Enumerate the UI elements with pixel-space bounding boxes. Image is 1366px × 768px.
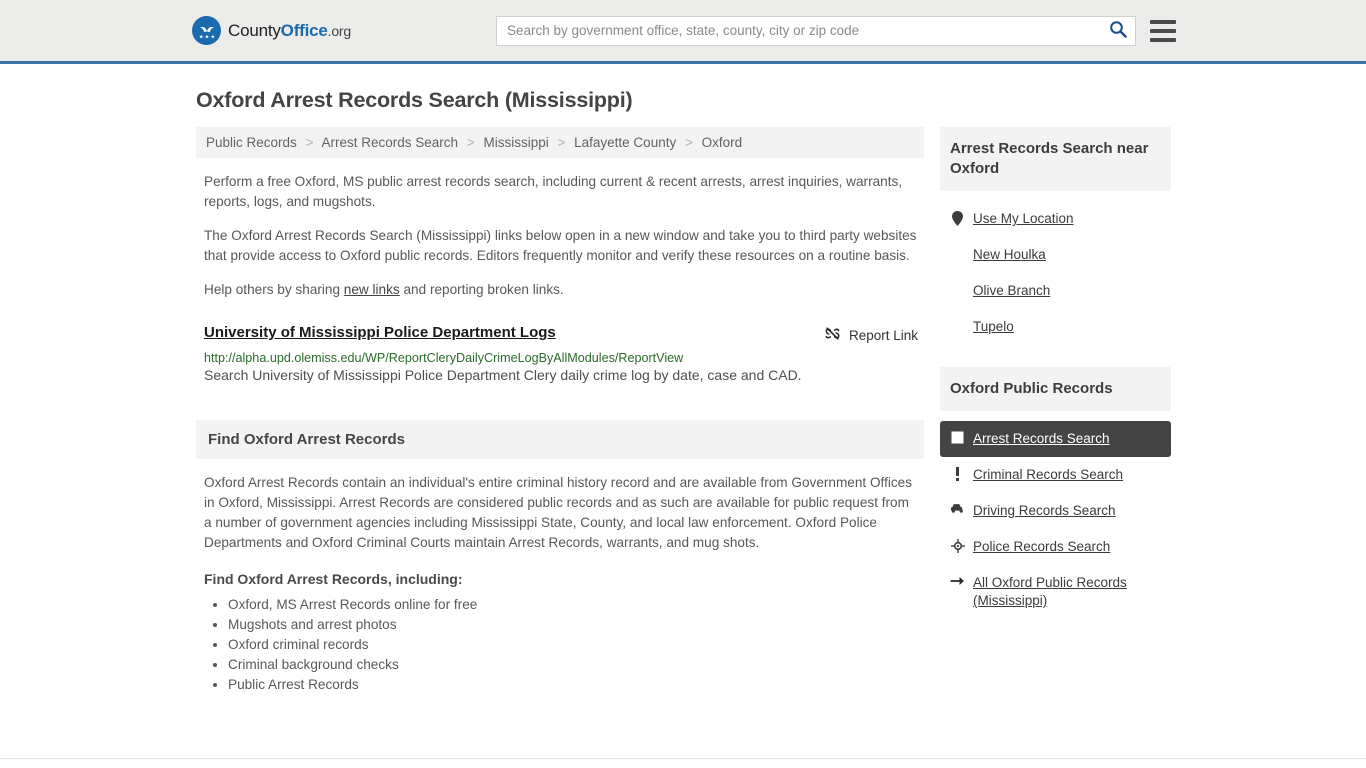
brand-part-county: County xyxy=(228,20,281,40)
intro-paragraph-3: Help others by sharing new links and rep… xyxy=(196,280,924,300)
sidebar: Arrest Records Search near Oxford Use My… xyxy=(940,127,1171,619)
share-prefix-text: Help others by sharing xyxy=(204,282,344,297)
breadcrumb-item-public-records[interactable]: Public Records xyxy=(206,135,297,150)
result-url: http://alpha.upd.olemiss.edu/WP/ReportCl… xyxy=(204,351,684,365)
sidebar-near-heading: Arrest Records Search near Oxford xyxy=(940,127,1171,191)
sidebar-link-label[interactable]: Use My Location xyxy=(973,210,1074,228)
brand-wordmark: CountyOffice.org xyxy=(228,21,351,41)
blank-icon xyxy=(950,318,965,319)
share-suffix-text: and reporting broken links. xyxy=(399,282,564,297)
page-container: Oxford Arrest Records Search (Mississipp… xyxy=(0,88,1366,695)
list-item: Public Arrest Records xyxy=(228,675,924,695)
result-header-row: University of Mississippi Police Departm… xyxy=(204,324,918,345)
search-bar[interactable] xyxy=(496,15,1136,46)
sidebar-item-criminal-records-search[interactable]: Criminal Records Search xyxy=(940,457,1171,493)
blank-icon xyxy=(950,282,965,283)
arrow-right-icon xyxy=(950,574,965,587)
breadcrumb-separator: > xyxy=(305,135,314,150)
sidebar-item-driving-records-search[interactable]: Driving Records Search xyxy=(940,493,1171,529)
breadcrumb-separator: > xyxy=(557,135,566,150)
eagle-seal-icon xyxy=(192,16,221,45)
intro-paragraph-2: The Oxford Arrest Records Search (Missis… xyxy=(204,228,917,263)
police-badge-icon xyxy=(950,538,965,553)
breadcrumb-separator: > xyxy=(466,135,475,150)
spacer xyxy=(940,191,1171,201)
spacer xyxy=(940,411,1171,421)
content-columns: Public Records > Arrest Records Search >… xyxy=(196,127,1171,695)
sidebar-link-label[interactable]: Criminal Records Search xyxy=(973,466,1123,484)
breadcrumb-item-arrest-records-search[interactable]: Arrest Records Search xyxy=(321,135,458,150)
sidebar-link-label[interactable]: Olive Branch xyxy=(973,282,1050,300)
sidebar-item-use-my-location[interactable]: Use My Location xyxy=(940,201,1171,237)
sidebar-item-tupelo[interactable]: Tupelo xyxy=(940,309,1171,345)
sidebar-link-label[interactable]: Arrest Records Search xyxy=(973,430,1110,448)
sidebar-link-label[interactable]: New Houlka xyxy=(973,246,1046,264)
main-content: Public Records > Arrest Records Search >… xyxy=(196,127,924,695)
report-link-button[interactable]: Report Link xyxy=(824,324,918,345)
list-item: Oxford, MS Arrest Records online for fre… xyxy=(228,595,924,615)
search-button[interactable] xyxy=(1101,17,1135,45)
map-pin-icon xyxy=(950,210,965,226)
car-icon xyxy=(950,502,965,514)
breadcrumb-item-mississippi[interactable]: Mississippi xyxy=(483,135,548,150)
broken-link-icon xyxy=(824,325,841,345)
handcuffs-icon xyxy=(950,430,965,444)
search-input[interactable] xyxy=(497,16,1101,45)
list-item: Criminal background checks xyxy=(228,655,924,675)
search-icon xyxy=(1109,20,1127,41)
footer-divider xyxy=(0,758,1366,759)
breadcrumb-item-lafayette-county[interactable]: Lafayette County xyxy=(574,135,676,150)
sidebar-item-new-houlka[interactable]: New Houlka xyxy=(940,237,1171,273)
hamburger-menu-icon[interactable] xyxy=(1150,19,1176,42)
site-header: CountyOffice.org xyxy=(0,0,1366,64)
site-logo[interactable]: CountyOffice.org xyxy=(192,16,351,45)
find-records-body-wrap: Oxford Arrest Records contain an individ… xyxy=(196,473,924,553)
sidebar-near-list: Use My Location New Houlka Olive Branch … xyxy=(940,191,1171,345)
sidebar-item-arrest-records-search[interactable]: Arrest Records Search xyxy=(940,421,1171,457)
list-item: Oxford criminal records xyxy=(228,635,924,655)
sidebar-link-label[interactable]: Police Records Search xyxy=(973,538,1110,556)
sidebar-item-olive-branch[interactable]: Olive Branch xyxy=(940,273,1171,309)
breadcrumb-separator: > xyxy=(684,135,693,150)
brand-part-tld: .org xyxy=(327,22,352,39)
find-records-subheading: Find Oxford Arrest Records, including: xyxy=(204,571,463,587)
hamburger-bar xyxy=(1150,19,1176,24)
hamburger-bar xyxy=(1150,37,1176,42)
find-records-body: Oxford Arrest Records contain an individ… xyxy=(204,475,913,550)
result-item: University of Mississippi Police Departm… xyxy=(196,324,924,383)
intro-paragraph-1: Perform a free Oxford, MS public arrest … xyxy=(204,174,903,209)
sidebar-item-all-oxford-public-records[interactable]: All Oxford Public Records (Mississippi) xyxy=(940,565,1171,619)
sidebar-records-list: Arrest Records Search Criminal Records S… xyxy=(940,411,1171,619)
hamburger-bar xyxy=(1150,28,1176,33)
exclamation-icon xyxy=(950,466,965,481)
sidebar-records-heading: Oxford Public Records xyxy=(940,367,1171,411)
sidebar-link-label[interactable]: Driving Records Search xyxy=(973,502,1116,520)
new-links-link[interactable]: new links xyxy=(344,282,400,297)
result-description: Search University of Mississippi Police … xyxy=(204,367,802,383)
sidebar-link-label[interactable]: All Oxford Public Records (Mississippi) xyxy=(973,574,1161,610)
breadcrumb: Public Records > Arrest Records Search >… xyxy=(196,127,924,158)
find-records-heading: Find Oxford Arrest Records xyxy=(196,420,924,459)
sidebar-item-police-records-search[interactable]: Police Records Search xyxy=(940,529,1171,565)
brand-part-office: Office xyxy=(280,20,328,40)
list-item: Mugshots and arrest photos xyxy=(228,615,924,635)
result-title-link[interactable]: University of Mississippi Police Departm… xyxy=(204,324,556,341)
sidebar-link-label[interactable]: Tupelo xyxy=(973,318,1014,336)
breadcrumb-item-oxford[interactable]: Oxford xyxy=(702,135,743,150)
page-title: Oxford Arrest Records Search (Mississipp… xyxy=(196,88,633,112)
find-records-bullet-list: Oxford, MS Arrest Records online for fre… xyxy=(196,595,924,695)
report-link-label: Report Link xyxy=(848,327,918,343)
blank-icon xyxy=(950,246,965,247)
